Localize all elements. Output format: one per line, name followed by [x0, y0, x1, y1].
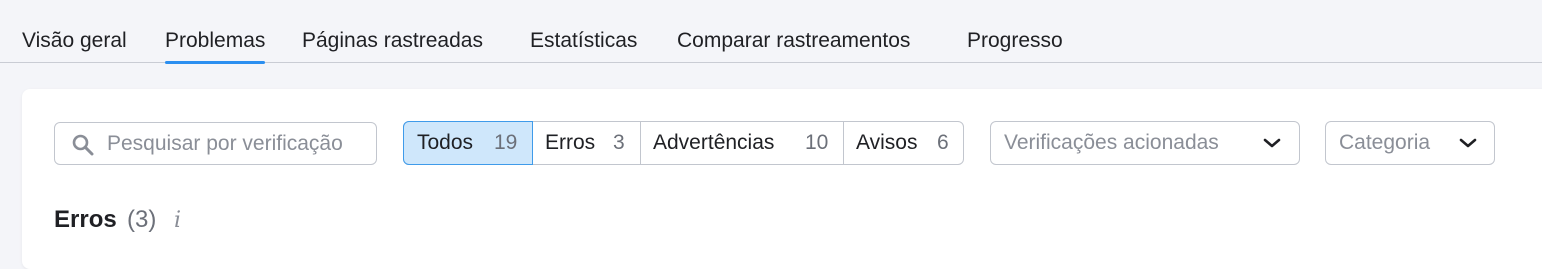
severity-filter: Todos 19 Erros 3 Advertências 10 Avisos …: [403, 121, 964, 165]
tab-comparar-rastreamentos[interactable]: Comparar rastreamentos: [677, 28, 910, 54]
tab-bar: Visão geral Problemas Páginas rastreadas…: [0, 0, 1542, 64]
section-title: Erros: [54, 206, 117, 233]
info-icon[interactable]: i: [174, 209, 181, 233]
filter-erros-count: 3: [613, 131, 625, 154]
filter-avisos-label: Avisos: [856, 131, 918, 154]
tab-problemas[interactable]: Problemas: [165, 28, 266, 64]
search-box[interactable]: [54, 122, 377, 165]
section-count: (3): [127, 206, 157, 233]
filter-todos-count: 19: [494, 131, 518, 154]
tab-estatisticas[interactable]: Estatísticas: [530, 28, 637, 54]
filter-advertencias-count: 10: [805, 131, 829, 154]
issues-card: [22, 89, 1542, 269]
filter-erros-label: Erros: [545, 131, 596, 154]
search-icon: [72, 134, 94, 156]
filter-advertencias-label: Advertências: [653, 131, 775, 154]
tab-visao-geral[interactable]: Visão geral: [22, 28, 127, 54]
tab-paginas-rastreadas[interactable]: Páginas rastreadas: [302, 28, 483, 54]
filter-avisos-count: 6: [937, 131, 949, 154]
filter-advertencias-button[interactable]: Advertências 10: [641, 121, 843, 165]
filter-avisos-button[interactable]: Avisos 6: [844, 121, 964, 165]
filter-todos-button[interactable]: Todos 19: [403, 121, 533, 165]
verificacoes-acionadas-label: Verificações acionadas: [1004, 131, 1219, 154]
chevron-down-icon: [1263, 138, 1281, 148]
tab-progresso[interactable]: Progresso: [967, 28, 1063, 54]
chevron-down-icon: [1459, 138, 1477, 148]
verificacoes-acionadas-dropdown[interactable]: Verificações acionadas: [990, 121, 1300, 165]
categoria-dropdown[interactable]: Categoria: [1325, 121, 1495, 165]
search-input[interactable]: [107, 123, 375, 164]
filter-erros-button[interactable]: Erros 3: [533, 121, 640, 165]
filter-todos-label: Todos: [417, 131, 474, 154]
categoria-label: Categoria: [1339, 131, 1431, 154]
